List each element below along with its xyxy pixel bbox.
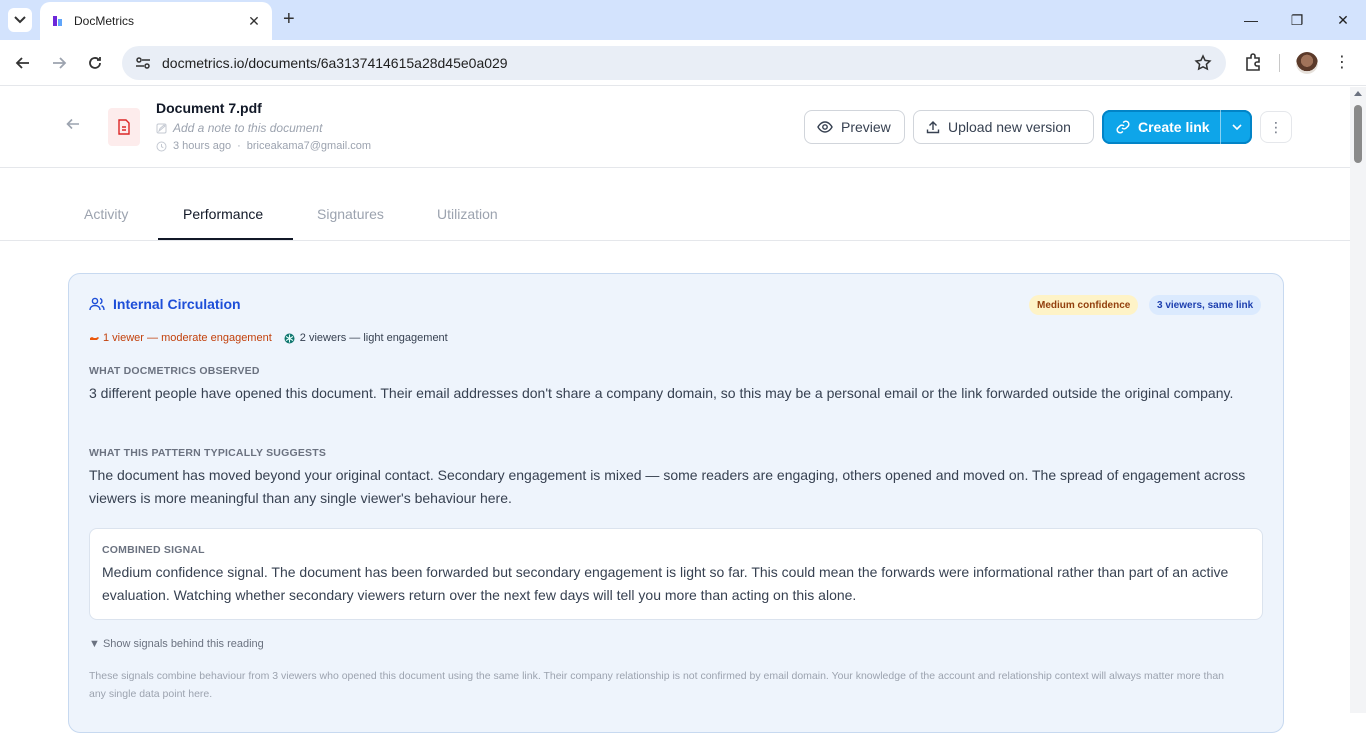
forward-arrow-icon[interactable] [47,51,71,75]
preview-button[interactable]: Preview [804,110,905,144]
more-options-button[interactable]: ⋮ [1260,111,1292,143]
active-tab-indicator [158,238,293,240]
eye-icon [817,121,833,133]
document-tabs: Activity Performance Signatures Utilizat… [0,168,1350,241]
document-header: Document 7.pdf Add a note to this docume… [0,87,1350,168]
tab-search-button[interactable] [8,8,32,32]
signals-footnote: These signals combine behaviour from 3 v… [89,670,1224,700]
site-info-icon[interactable] [134,54,152,72]
tab-signatures[interactable]: Signatures [317,206,384,222]
scroll-up-icon[interactable] [1354,91,1362,96]
card-title: Internal Circulation [89,296,241,312]
tab-activity[interactable]: Activity [84,206,128,222]
clock-icon [156,141,167,151]
chevron-down-icon [14,16,26,24]
tab-utilization[interactable]: Utilization [437,206,498,222]
combined-signal-box: COMBINED SIGNAL Medium confidence signal… [89,528,1263,620]
address-bar[interactable]: docmetrics.io/documents/6a3137414615a28d… [122,46,1226,80]
owner-email: briceakama7@gmail.com [246,140,372,152]
window-close-icon[interactable]: ✕ [1320,0,1366,40]
browser-tab[interactable]: DocMetrics ✕ [40,2,272,40]
create-link-button[interactable]: Create link [1102,110,1220,144]
hand-icon [90,336,99,340]
close-icon[interactable]: ✕ [246,13,262,30]
light-engagement: 2 viewers — light engagement [284,332,448,344]
show-signals-toggle[interactable]: ▼ Show signals behind this reading [89,638,264,650]
create-link-dropdown[interactable] [1220,110,1252,144]
moderate-engagement: 1 viewer — moderate engagement [89,332,272,344]
more-vertical-icon: ⋮ [1269,118,1283,135]
tab-performance[interactable]: Performance [183,206,263,222]
combined-label: COMBINED SIGNAL [102,544,205,556]
upload-icon [926,121,940,134]
preview-label: Preview [841,119,891,135]
create-link-button-group: Create link [1102,110,1252,144]
upload-label: Upload new version [948,119,1071,135]
confidence-badge: Medium confidence [1029,295,1139,315]
note-placeholder: Add a note to this document [173,121,323,135]
restore-icon[interactable]: ❐ [1274,0,1320,40]
suggests-text: The document has moved beyond your origi… [89,467,1246,506]
card-title-text: Internal Circulation [113,296,241,312]
meta-separator: · [237,140,241,152]
upload-new-version-button[interactable]: Upload new version [913,110,1094,144]
new-tab-button[interactable]: + [283,9,295,29]
scrollbar-thumb[interactable] [1354,105,1362,163]
suggests-label: WHAT THIS PATTERN TYPICALLY SUGGESTS [89,447,327,459]
page-scrollbar[interactable] [1350,87,1366,713]
add-note-field[interactable]: Add a note to this document [156,121,322,135]
light-engagement-text: 2 viewers — light engagement [299,332,448,344]
combined-text: Medium confidence signal. The document h… [102,564,1229,603]
document-meta: 3 hours ago · briceakama7@gmail.com [156,140,371,152]
engagement-summary: 1 viewer — moderate engagement 2 viewers… [89,332,448,344]
snowflake-icon [284,333,295,343]
pdf-file-icon [108,108,140,146]
extensions-icon[interactable] [1243,52,1263,77]
link-icon [1116,120,1130,134]
observed-label: WHAT DOCMETRICS OBSERVED [89,365,260,377]
tab-title: DocMetrics [74,14,135,28]
moderate-engagement-text: 1 viewer — moderate engagement [103,332,272,344]
minimize-icon[interactable]: — [1228,0,1274,40]
bookmark-star-icon[interactable] [1194,54,1212,77]
back-arrow-icon[interactable] [11,51,35,75]
create-link-label: Create link [1138,119,1210,135]
edit-note-icon [156,123,167,133]
browser-tab-bar: DocMetrics ✕ + — ❐ ✕ [0,0,1366,40]
url-text: docmetrics.io/documents/6a3137414615a28d… [162,55,508,71]
browser-toolbar: docmetrics.io/documents/6a3137414615a28d… [0,40,1366,86]
reload-icon[interactable] [83,51,107,75]
chevron-down-icon [1231,124,1242,130]
profile-avatar[interactable] [1296,52,1318,74]
upload-time: 3 hours ago [173,140,232,152]
observed-text: 3 different people have opened this docu… [89,385,1234,401]
document-title: Document 7.pdf [156,100,262,116]
toolbar-divider [1279,54,1280,72]
internal-circulation-card: Internal Circulation Medium confidence 3… [68,273,1284,733]
back-icon[interactable] [66,117,80,136]
docmetrics-favicon-icon [53,16,62,26]
users-icon [89,297,105,311]
browser-menu-icon[interactable]: ⋮ [1334,52,1350,72]
viewers-badge: 3 viewers, same link [1149,295,1262,315]
